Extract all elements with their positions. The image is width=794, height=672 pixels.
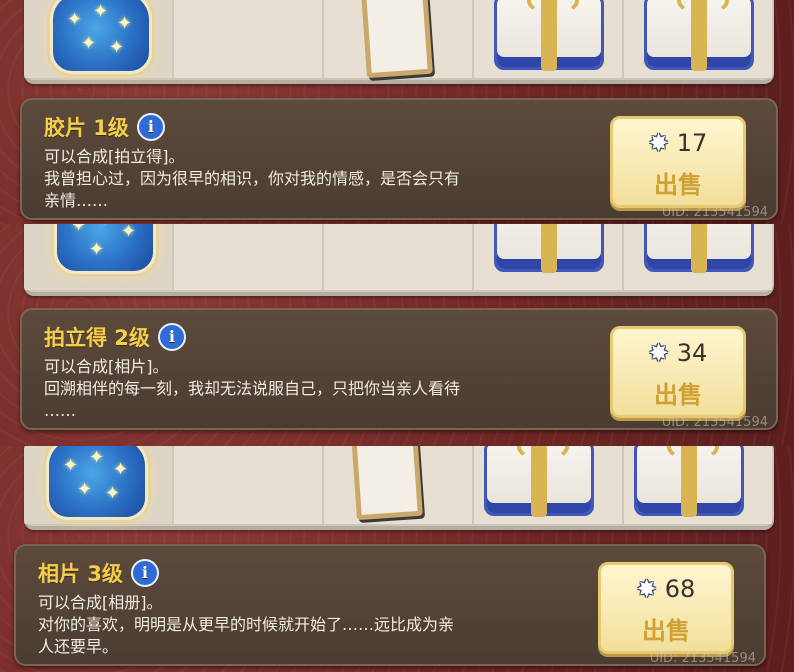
item-title: 胶片 1级 xyxy=(44,116,129,140)
gift-box-icon xyxy=(644,224,754,273)
description-line: 可以合成[拍立得]。 xyxy=(44,147,185,166)
sell-button[interactable]: ✸ 34 出售 xyxy=(610,326,746,418)
photo-frame-icon xyxy=(351,446,423,521)
gift-box-icon xyxy=(484,446,594,517)
price-value: 68 xyxy=(664,575,696,603)
item-title-row: 相片 3级 i xyxy=(38,558,159,588)
sell-label: 出售 xyxy=(654,171,702,199)
sell-button[interactable]: ✸ 17 出售 xyxy=(610,116,746,208)
shelf-slot[interactable] xyxy=(324,224,475,290)
shelf-slot[interactable]: ✦ ✦ ✦ ✦ ✦ xyxy=(24,0,175,78)
star-currency-icon: ✸ xyxy=(636,575,657,603)
photo-frame-icon xyxy=(361,0,433,79)
description-line: …… xyxy=(44,401,76,420)
shelf-slot[interactable] xyxy=(174,446,325,524)
item-shelf: ✦✦ ✦✦ xyxy=(24,224,774,296)
sell-button[interactable]: ✸ 68 出售 xyxy=(598,562,734,654)
item-title-row: 胶片 1级 i xyxy=(44,112,165,142)
shelf-slot[interactable]: ✦✦ ✦✦ xyxy=(24,224,175,290)
description-line: 可以合成[相片]。 xyxy=(44,357,169,376)
screenshot-segment-2: ✦✦ ✦✦ 拍立得 2级 i 可以合成[相片]。 回溯相伴的每一刻，我却无法说服… xyxy=(0,224,794,446)
info-icon[interactable]: i xyxy=(136,113,165,141)
price-value: 17 xyxy=(676,129,708,157)
screenshot-segment-3: ✦ ✦ ✦ ✦ ✦ 相片 3级 i 可以合成[相册]。 对你的喜欢，明明是从更早的时… xyxy=(0,446,794,672)
item-info-card: 拍立得 2级 i 可以合成[相片]。 回溯相伴的每一刻，我却无法说服自己，只把你… xyxy=(20,308,778,430)
item-info-card: 相片 3级 i 可以合成[相册]。 对你的喜欢，明明是从更早的时候就开始了……远… xyxy=(14,544,766,666)
shelf-slot[interactable] xyxy=(474,224,625,290)
item-title-row: 拍立得 2级 i xyxy=(44,322,186,352)
sell-price: ✸ 34 xyxy=(613,339,743,367)
gift-box-icon xyxy=(634,446,744,517)
star-bottle-icon: ✦ ✦ ✦ ✦ ✦ xyxy=(50,0,152,74)
sell-label: 出售 xyxy=(642,617,690,645)
uid-watermark: UID: 213541594 xyxy=(661,415,768,430)
description-line: 亲情…… xyxy=(44,191,109,210)
screenshot-segment-1: ✦ ✦ ✦ ✦ ✦ 胶片 1级 i 可以合成[拍立得]。 我曾担心过，因为很早的相识… xyxy=(0,0,794,224)
shelf-slot[interactable]: ✦ ✦ ✦ ✦ ✦ xyxy=(24,446,175,524)
shelf-slot[interactable] xyxy=(624,446,772,524)
uid-watermark: UID: 213541594 xyxy=(661,205,768,220)
star-bottle-icon: ✦✦ ✦✦ xyxy=(54,224,156,274)
price-value: 34 xyxy=(676,339,708,367)
item-description: 可以合成[拍立得]。 我曾担心过，因为很早的相识，你对我的情感，是否会只有 亲情… xyxy=(44,146,604,212)
item-info-card: 胶片 1级 i 可以合成[拍立得]。 我曾担心过，因为很早的相识，你对我的情感，… xyxy=(20,98,778,220)
description-line: 我曾担心过，因为很早的相识，你对我的情感，是否会只有 xyxy=(44,169,461,188)
item-description: 可以合成[相册]。 对你的喜欢，明明是从更早的时候就开始了……远比成为亲 人还要… xyxy=(38,592,598,658)
shelf-slot[interactable] xyxy=(624,0,772,78)
description-line: 可以合成[相册]。 xyxy=(38,593,163,612)
sell-price: ✸ 17 xyxy=(613,129,743,157)
star-bottle-icon: ✦ ✦ ✦ ✦ ✦ xyxy=(46,446,148,520)
gift-box-icon xyxy=(494,0,604,71)
uid-watermark: UID: 213541594 xyxy=(649,651,756,666)
shelf-slot[interactable] xyxy=(624,224,772,290)
description-line: 人还要早。 xyxy=(38,637,119,656)
description-line: 对你的喜欢，明明是从更早的时候就开始了……远比成为亲 xyxy=(38,615,455,634)
shelf-slot[interactable] xyxy=(174,224,325,290)
description-line: 回溯相伴的每一刻，我却无法说服自己，只把你当亲人看待 xyxy=(44,379,461,398)
gift-box-icon xyxy=(644,0,754,71)
star-currency-icon: ✸ xyxy=(648,129,669,157)
info-icon[interactable]: i xyxy=(157,323,186,351)
shelf-slot[interactable] xyxy=(324,446,475,524)
sell-price: ✸ 68 xyxy=(601,575,731,603)
item-description: 可以合成[相片]。 回溯相伴的每一刻，我却无法说服自己，只把你当亲人看待 …… xyxy=(44,356,604,422)
gift-box-icon xyxy=(494,224,604,273)
item-shelf: ✦ ✦ ✦ ✦ ✦ xyxy=(24,0,774,84)
shelf-slot[interactable] xyxy=(474,0,625,78)
star-currency-icon: ✸ xyxy=(648,339,669,367)
item-title: 相片 3级 xyxy=(38,562,123,586)
shelf-slot[interactable] xyxy=(174,0,325,78)
item-shelf: ✦ ✦ ✦ ✦ ✦ xyxy=(24,446,774,530)
shelf-slot[interactable] xyxy=(474,446,625,524)
sell-label: 出售 xyxy=(654,381,702,409)
shelf-slot[interactable] xyxy=(324,0,475,79)
info-icon[interactable]: i xyxy=(130,559,159,587)
item-title: 拍立得 2级 xyxy=(44,326,150,350)
